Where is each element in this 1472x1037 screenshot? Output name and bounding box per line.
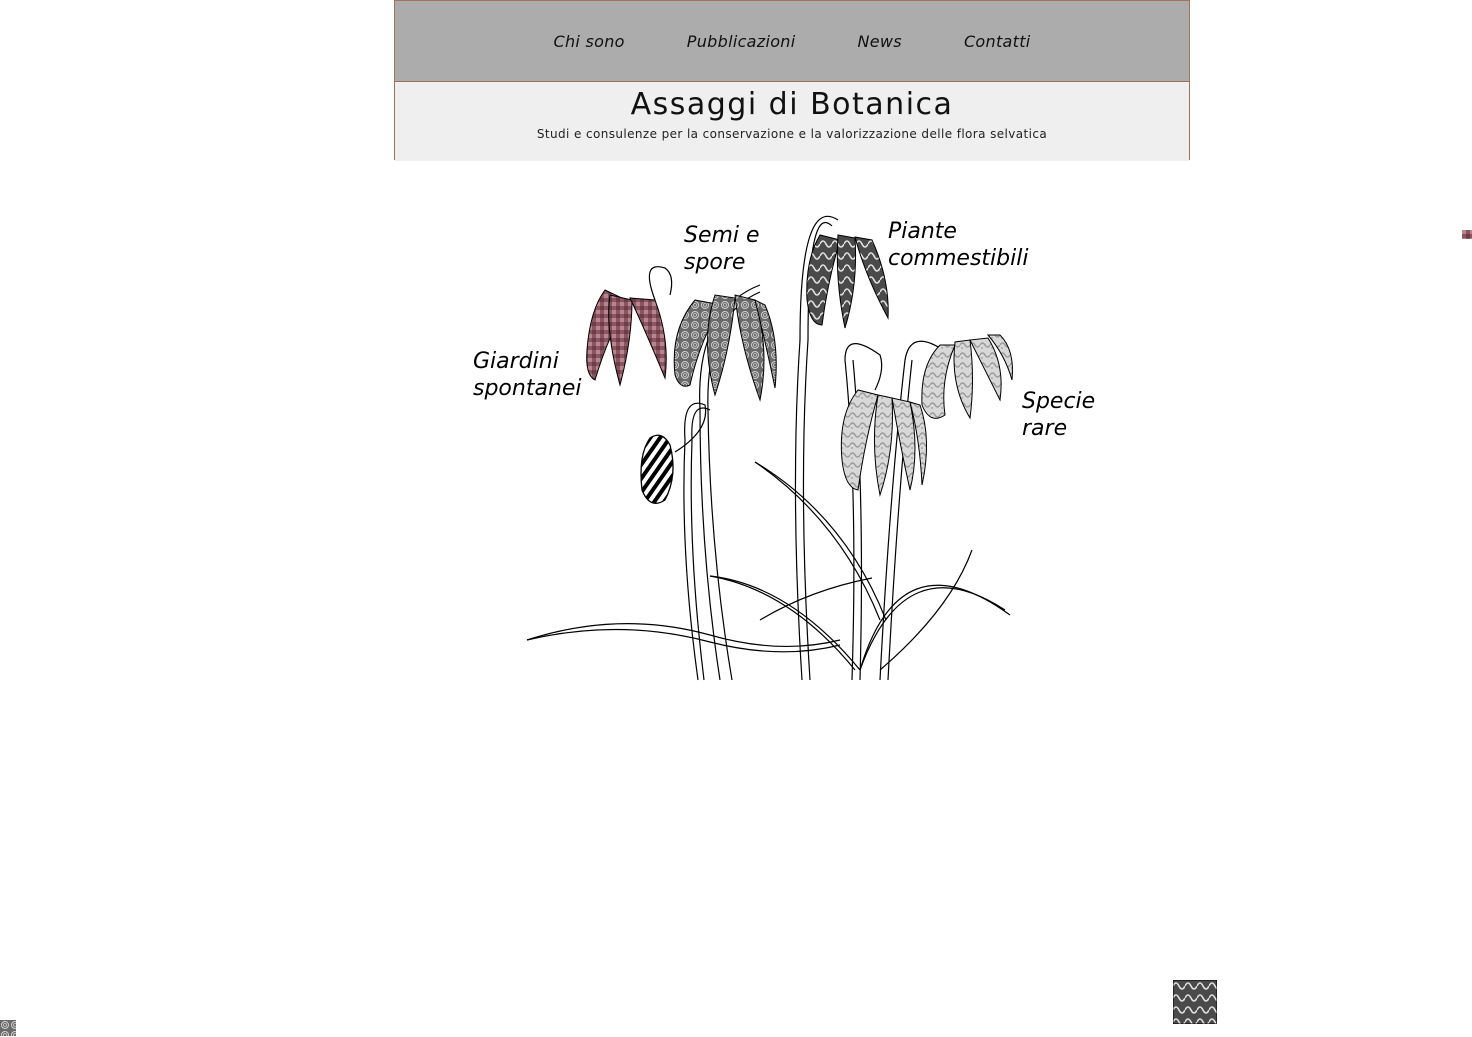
label-giardini-line2: spontanei bbox=[473, 376, 582, 401]
mauve-swatch-icon bbox=[1462, 230, 1472, 239]
nav-link-pubblicazioni[interactable]: Pubblicazioni bbox=[687, 32, 796, 51]
grass-leaves bbox=[526, 461, 1011, 671]
site-tagline: Studi e consulenze per la conservazione … bbox=[536, 127, 1048, 141]
flower-mauve bbox=[586, 289, 667, 387]
label-specie-line2: rare bbox=[1022, 416, 1067, 441]
label-giardini-spontanei[interactable]: Giardini spontanei bbox=[473, 349, 582, 401]
pattern-tile-icon bbox=[1173, 980, 1217, 1024]
nav-link-chi-sono[interactable]: Chi sono bbox=[553, 32, 624, 51]
flower-light-lower bbox=[840, 389, 927, 497]
label-specie-line1: Specie bbox=[1022, 389, 1095, 414]
label-semi-line1: Semi e bbox=[684, 223, 760, 248]
label-semi-line2: spore bbox=[684, 250, 745, 275]
flower-stems bbox=[648, 215, 941, 681]
label-piante-commestibili[interactable]: Piante commestibili bbox=[888, 219, 1028, 271]
pattern-corner-icon bbox=[0, 1020, 16, 1036]
label-semi-e-spore[interactable]: Semi e spore bbox=[684, 223, 760, 275]
label-specie-rare[interactable]: Specie rare bbox=[1022, 389, 1095, 441]
label-piante-line2: commestibili bbox=[888, 246, 1028, 271]
flower-light-upper bbox=[921, 334, 1013, 420]
flower-bud-zebra bbox=[640, 434, 674, 504]
flower-dark bbox=[806, 234, 889, 329]
flower-swirl bbox=[673, 294, 777, 402]
label-piante-line1: Piante bbox=[888, 219, 957, 244]
nav-link-news[interactable]: News bbox=[858, 32, 902, 51]
main-nav: Chi sono Pubblicazioni News Contatti bbox=[395, 1, 1189, 82]
nav-link-contatti[interactable]: Contatti bbox=[964, 32, 1031, 51]
site-header: Chi sono Pubblicazioni News Contatti Ass… bbox=[394, 0, 1190, 161]
fritillaria-illustration: Giardini spontanei Semi e spore Piante c… bbox=[473, 215, 1095, 681]
title-band: Assaggi di Botanica Studi e consulenze p… bbox=[395, 82, 1189, 161]
label-giardini-line1: Giardini bbox=[473, 349, 559, 374]
site-title[interactable]: Assaggi di Botanica bbox=[395, 82, 1189, 122]
